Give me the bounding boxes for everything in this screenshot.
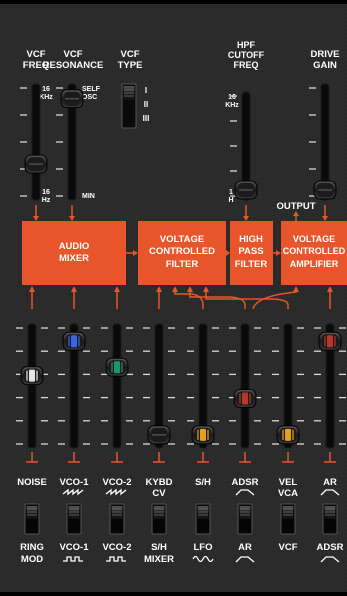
vcf-type-option-1: I — [145, 86, 147, 95]
fader-label: VCO-2 — [102, 477, 131, 488]
switch-lever[interactable] — [239, 506, 251, 519]
vcf-freq-scale-bottom-1: 16 — [42, 189, 50, 196]
switch-lever[interactable] — [68, 506, 80, 519]
switch-s-h[interactable] — [151, 503, 167, 535]
hpf-label-2: CUTOFF — [228, 50, 265, 60]
switch-label: VCF — [279, 542, 298, 553]
vcf-freq-scale-bottom-2: Hz — [42, 197, 51, 204]
hpf-label-3: FREQ — [233, 60, 258, 70]
fader-label: VCO-1 — [59, 477, 89, 488]
switch-label: AR — [238, 542, 252, 553]
switch-adsr[interactable] — [322, 503, 338, 535]
hpf-scale-top-1: 16 — [228, 94, 236, 101]
hpf-text-3: FILTER — [235, 259, 268, 270]
fader-label: VEL — [279, 477, 298, 488]
vcf-resonance-label-2: RESONANCE — [43, 60, 104, 71]
output-label: OUTPUT — [276, 201, 315, 212]
fader-vel-cap[interactable] — [276, 425, 300, 445]
vcf-text-1: VOLTAGE — [160, 234, 205, 245]
audio-mixer-text-2: MIXER — [59, 253, 89, 264]
fader-vco-2-track[interactable] — [112, 323, 122, 449]
vcf-text-3: FILTER — [166, 259, 199, 270]
vcf-freq-fader-track[interactable] — [31, 83, 41, 201]
switch-label: ADSR — [317, 542, 344, 553]
switch-ar[interactable] — [237, 503, 253, 535]
vca-text-2: CONTROLLED — [283, 246, 346, 256]
vcf-text-2: CONTROLLED — [149, 246, 215, 257]
switch-lever[interactable] — [324, 506, 336, 519]
vcf-type-option-2: II — [144, 100, 148, 109]
fader-vco-1-cap[interactable] — [62, 331, 86, 351]
vcf-freq-scale-top-1: 16 — [42, 86, 50, 93]
switch-label: LFO — [194, 542, 213, 553]
switch-lfo[interactable] — [195, 503, 211, 535]
switch-vco-1[interactable] — [66, 503, 82, 535]
bottom-edge — [0, 592, 347, 596]
fader-vco-2-cap[interactable] — [105, 357, 129, 377]
switch-lever[interactable] — [197, 506, 209, 519]
fader-noise-cap[interactable] — [20, 366, 44, 386]
switch-vcf[interactable] — [280, 503, 296, 535]
hpf-label-1: HPF — [237, 40, 256, 50]
hpf-cutoff-fader-cap[interactable] — [234, 180, 258, 200]
vcf-freq-fader-cap[interactable] — [24, 154, 48, 174]
fader-label: KYBD — [146, 477, 173, 488]
fader-s-h-cap[interactable] — [191, 425, 215, 445]
switch-ring[interactable] — [24, 503, 40, 535]
switch-lever[interactable] — [111, 506, 123, 519]
vcf-freq-scale-top-2: KHz — [39, 94, 53, 101]
vcf-freq-label-1: VCF — [27, 49, 46, 60]
drive-label-1: DRIVE — [310, 49, 339, 60]
vcf-type-label-2: TYPE — [118, 60, 143, 71]
switch-label: RING — [20, 542, 44, 553]
top-edge — [0, 0, 347, 4]
audio-mixer-text-1: AUDIO — [59, 241, 90, 252]
fader-sublabel: CV — [152, 488, 166, 499]
switch-label: VCO-1 — [59, 542, 89, 553]
drive-label-2: GAIN — [313, 60, 337, 71]
fader-sublabel: VCA — [278, 488, 298, 499]
fader-label: NOISE — [17, 477, 47, 488]
synth-panel: VCF FREQ VCF RESONANCE VCF TYPE HPF CUTO… — [0, 0, 347, 596]
fader-kybd-cap[interactable] — [147, 425, 171, 445]
switch-label: VCO-2 — [102, 542, 131, 553]
hpf-text-2: PASS — [238, 246, 263, 257]
vca-text-3: AMPLIFIER — [290, 259, 339, 269]
res-scale-bottom: MIN — [82, 193, 95, 200]
vcf-type-label-1: VCF — [121, 49, 140, 60]
fader-label: AR — [323, 477, 337, 488]
fader-adsr-track[interactable] — [240, 323, 250, 449]
vcf-type-switch[interactable]: I II III — [121, 83, 150, 129]
hpf-text-1: HIGH — [239, 234, 263, 245]
switch-sublabel: MOD — [21, 554, 43, 565]
hpf-scale-bottom-2: H — [228, 197, 233, 204]
vcf-resonance-fader-cap[interactable] — [60, 89, 84, 109]
fader-label: S/H — [195, 477, 211, 488]
vca-text-1: VOLTAGE — [293, 234, 335, 244]
vcf-type-option-3: III — [143, 114, 150, 123]
switch-vco-2[interactable] — [109, 503, 125, 535]
fader-label: ADSR — [232, 477, 259, 488]
switch-lever[interactable] — [282, 506, 294, 519]
switch-label: S/H — [151, 542, 167, 553]
hpf-scale-bottom-1: 1 — [229, 189, 233, 196]
fader-noise-track[interactable] — [27, 323, 37, 449]
switch-sublabel: MIXER — [144, 554, 174, 565]
res-scale-top-2: OSC — [82, 94, 97, 101]
vcf-resonance-label-1: VCF — [64, 49, 83, 60]
hpf-scale-top-2: KHz — [225, 102, 239, 109]
drive-gain-fader-cap[interactable] — [313, 180, 337, 200]
switch-lever[interactable] — [26, 506, 38, 519]
switch-lever[interactable] — [153, 506, 165, 519]
fader-adsr-cap[interactable] — [233, 388, 257, 408]
fader-ar-cap[interactable] — [318, 331, 342, 351]
res-scale-top-1: SELF — [82, 86, 101, 93]
